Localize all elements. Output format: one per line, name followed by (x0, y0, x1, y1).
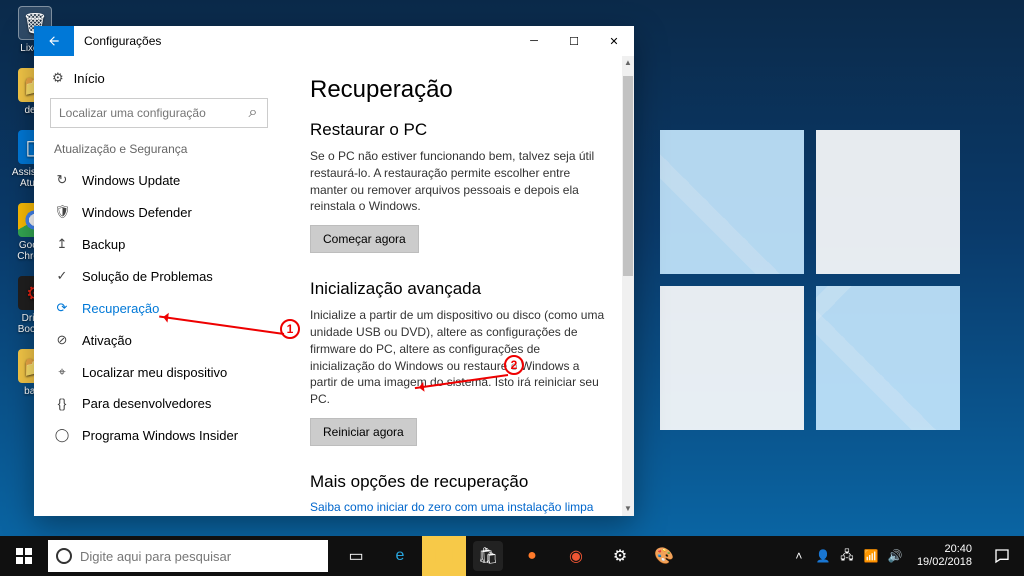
restart-now-button[interactable]: Reiniciar agora (310, 418, 417, 446)
section-body: Inicialize a partir de um dispositivo ou… (310, 307, 608, 408)
system-tray: ˄ 👤 🖧 📶 🔊 20:40 19/02/2018 (789, 536, 1024, 576)
scroll-down-icon[interactable]: ▼ (622, 502, 634, 516)
sidebar-item-icon: ⟳ (54, 300, 70, 316)
section-restore-pc: Restaurar o PC Se o PC não estiver funci… (310, 120, 608, 253)
section-title: Inicialização avançada (310, 279, 608, 299)
sidebar-item[interactable]: ⊘ Ativação (42, 324, 276, 356)
content-scrollbar[interactable]: ▲ ▼ (622, 56, 634, 516)
sidebar-home[interactable]: ⚙ Início (42, 64, 276, 92)
section-title: Restaurar o PC (310, 120, 608, 140)
section-advanced-startup: Inicialização avançada Inicialize a part… (310, 279, 608, 446)
sidebar-item[interactable]: 🛡 Windows Defender (42, 196, 276, 228)
taskbar-settings[interactable]: ⚙ (598, 536, 642, 576)
sidebar-item[interactable]: ✓ Solução de Problemas (42, 260, 276, 292)
taskbar-explorer[interactable]: 🗂 (422, 536, 466, 576)
settings-search[interactable]: ⌕ (50, 98, 268, 128)
clean-install-link[interactable]: Saiba como iniciar do zero com uma insta… (310, 500, 608, 516)
taskbar-store[interactable]: 🛍 (473, 541, 503, 571)
taskbar-paint[interactable]: 🎨 (642, 536, 686, 576)
arrow-left-icon (47, 34, 61, 48)
settings-sidebar: ⚙ Início ⌕ Atualização e Segurança ↻ Wind… (34, 56, 284, 516)
start-button[interactable] (0, 536, 48, 576)
taskbar-browser[interactable]: ● (510, 536, 554, 576)
sidebar-item[interactable]: {} Para desenvolvedores (42, 388, 276, 419)
clock-date: 19/02/2018 (917, 556, 972, 569)
sidebar-item-icon: ↥ (54, 236, 70, 252)
tray-network-icon[interactable]: 🖧 (837, 536, 857, 576)
notification-icon (994, 548, 1010, 564)
section-title: Mais opções de recuperação (310, 472, 608, 492)
sidebar-item[interactable]: ⌖ Localizar meu dispositivo (42, 356, 276, 388)
tray-wifi-icon[interactable]: 📶 (861, 536, 881, 576)
sidebar-item-icon: ⌖ (54, 364, 70, 380)
action-center-button[interactable] (984, 536, 1020, 576)
sidebar-item-label: Recuperação (82, 301, 159, 316)
taskbar-search[interactable]: Digite aqui para pesquisar (48, 540, 328, 572)
taskbar-app-red[interactable]: ◉ (554, 536, 598, 576)
sidebar-item-label: Windows Update (82, 173, 180, 188)
sidebar-item-label: Windows Defender (82, 205, 192, 220)
sidebar-item-label: Ativação (82, 333, 132, 348)
taskbar-ie[interactable]: e (378, 536, 422, 576)
taskbar: Digite aqui para pesquisar ▭ e 🗂 🛍 ● ◉ ⚙… (0, 536, 1024, 576)
sidebar-item-icon: ⊘ (54, 332, 70, 348)
settings-content: Recuperação Restaurar o PC Se o PC não e… (284, 56, 634, 516)
sidebar-category: Atualização e Segurança (42, 138, 276, 164)
clock-time: 20:40 (917, 543, 972, 556)
sidebar-item[interactable]: ⟳ Recuperação (42, 292, 276, 324)
sidebar-item-label: Localizar meu dispositivo (82, 365, 227, 380)
section-more-options: Mais opções de recuperação Saiba como in… (310, 472, 608, 516)
cortana-icon (56, 548, 72, 564)
taskbar-search-placeholder: Digite aqui para pesquisar (80, 549, 231, 564)
section-body: Se o PC não estiver funcionando bem, tal… (310, 148, 608, 215)
titlebar: Configurações ─ ☐ ✕ (34, 26, 634, 56)
back-button[interactable] (34, 26, 74, 56)
task-view-button[interactable]: ▭ (334, 536, 378, 576)
sidebar-item-icon: {} (54, 396, 70, 411)
sidebar-item-label: Backup (82, 237, 125, 252)
sidebar-item-label: Programa Windows Insider (82, 428, 238, 443)
search-icon: ⌕ (239, 104, 267, 122)
get-started-button[interactable]: Começar agora (310, 225, 419, 253)
windows-logo-icon (16, 548, 32, 564)
tray-overflow[interactable]: ˄ (789, 536, 809, 576)
search-input[interactable] (51, 106, 239, 120)
tray-people-icon[interactable]: 👤 (813, 536, 833, 576)
desktop-wallpaper: 🗑Lixeira📁desk◳Assistente AtualizGoogle C… (0, 0, 1024, 576)
sidebar-home-label: Início (74, 71, 105, 86)
maximize-button[interactable]: ☐ (554, 26, 594, 56)
sidebar-item[interactable]: ↥ Backup (42, 228, 276, 260)
sidebar-item-icon: 🛡 (54, 204, 70, 220)
minimize-button[interactable]: ─ (514, 26, 554, 56)
scroll-up-icon[interactable]: ▲ (622, 56, 634, 70)
scrollbar-thumb[interactable] (623, 76, 633, 276)
taskbar-clock[interactable]: 20:40 19/02/2018 (909, 543, 980, 569)
tray-volume-icon[interactable]: 🔊 (885, 536, 905, 576)
sidebar-item[interactable]: ↻ Windows Update (42, 164, 276, 196)
gear-icon: ⚙ (52, 70, 64, 86)
page-title: Recuperação (310, 76, 608, 104)
sidebar-item[interactable]: ◯ Programa Windows Insider (42, 419, 276, 451)
close-button[interactable]: ✕ (594, 26, 634, 56)
sidebar-item-icon: ◯ (54, 427, 70, 443)
window-title: Configurações (74, 34, 514, 48)
settings-window: Configurações ─ ☐ ✕ ⚙ Início ⌕ Atualizaç… (34, 26, 634, 516)
sidebar-item-icon: ↻ (54, 172, 70, 188)
sidebar-item-icon: ✓ (54, 268, 70, 284)
sidebar-item-label: Para desenvolvedores (82, 396, 211, 411)
sidebar-item-label: Solução de Problemas (82, 269, 213, 284)
